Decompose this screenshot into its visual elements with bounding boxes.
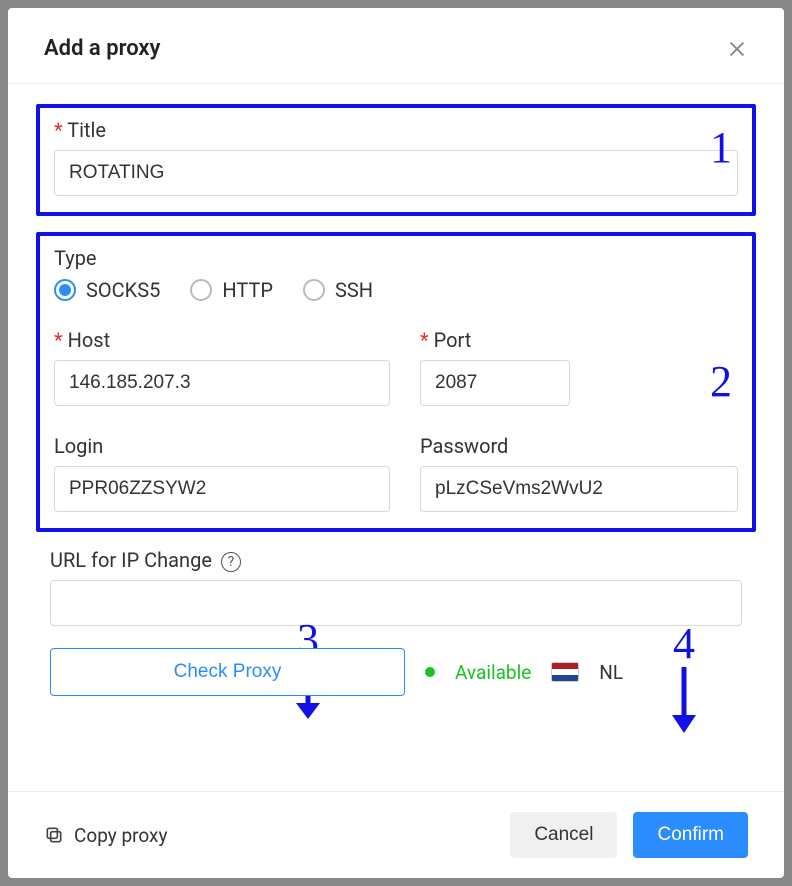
port-label: Port bbox=[420, 328, 570, 352]
close-icon[interactable] bbox=[726, 38, 748, 60]
type-radio-http[interactable]: HTTP bbox=[190, 278, 273, 302]
title-input[interactable] bbox=[54, 150, 738, 196]
check-proxy-button[interactable]: Check Proxy bbox=[50, 648, 405, 696]
password-label: Password bbox=[420, 434, 738, 458]
radio-label: SOCKS5 bbox=[86, 278, 160, 302]
status-dot-icon bbox=[425, 667, 435, 677]
modal-title: Add a proxy bbox=[44, 36, 160, 61]
url-change-input[interactable] bbox=[50, 580, 742, 626]
host-input[interactable] bbox=[54, 360, 390, 406]
cancel-button[interactable]: Cancel bbox=[510, 812, 617, 858]
radio-circle-icon bbox=[54, 279, 76, 301]
annotation-4-group: 4 bbox=[664, 618, 704, 733]
type-label: Type bbox=[54, 246, 738, 270]
check-proxy-row: Check Proxy Available NL 4 bbox=[50, 648, 742, 696]
login-input[interactable] bbox=[54, 466, 390, 512]
title-section: 1 Title bbox=[36, 104, 756, 216]
add-proxy-modal: Add a proxy 1 Title 2 Type SOCKS5 HTTP bbox=[8, 8, 784, 878]
type-radio-group: SOCKS5 HTTP SSH bbox=[54, 278, 738, 302]
url-change-label: URL for IP Change ? bbox=[50, 548, 742, 572]
host-label: Host bbox=[54, 328, 390, 352]
country-code: NL bbox=[599, 661, 623, 684]
confirm-button[interactable]: Confirm bbox=[633, 812, 748, 858]
flag-nl-icon bbox=[551, 662, 579, 682]
annotation-number-4: 4 bbox=[664, 618, 704, 669]
login-label: Login bbox=[54, 434, 390, 458]
type-radio-socks5[interactable]: SOCKS5 bbox=[54, 278, 160, 302]
port-input[interactable] bbox=[420, 360, 570, 406]
password-input[interactable] bbox=[420, 466, 738, 512]
radio-label: HTTP bbox=[222, 278, 273, 302]
help-icon[interactable]: ? bbox=[221, 552, 241, 572]
modal-body: 1 Title 2 Type SOCKS5 HTTP SSH bbox=[8, 84, 784, 791]
annotation-number-1: 1 bbox=[710, 122, 732, 173]
modal-footer: Copy proxy Cancel Confirm bbox=[8, 791, 784, 878]
title-label: Title bbox=[54, 118, 738, 142]
radio-label: SSH bbox=[335, 278, 373, 302]
type-radio-ssh[interactable]: SSH bbox=[303, 278, 373, 302]
annotation-number-2: 2 bbox=[710, 356, 732, 407]
modal-header: Add a proxy bbox=[8, 8, 784, 84]
connection-section: 2 Type SOCKS5 HTTP SSH Host bbox=[36, 232, 756, 532]
status-available-text: Available bbox=[455, 661, 531, 684]
copy-proxy-button[interactable]: Copy proxy bbox=[44, 824, 167, 847]
arrow-down-icon bbox=[664, 663, 704, 733]
copy-icon bbox=[44, 825, 64, 845]
radio-circle-icon bbox=[190, 279, 212, 301]
url-change-section: URL for IP Change ? 3 Check Proxy Availa… bbox=[36, 548, 756, 696]
radio-circle-icon bbox=[303, 279, 325, 301]
copy-proxy-label: Copy proxy bbox=[74, 824, 167, 847]
